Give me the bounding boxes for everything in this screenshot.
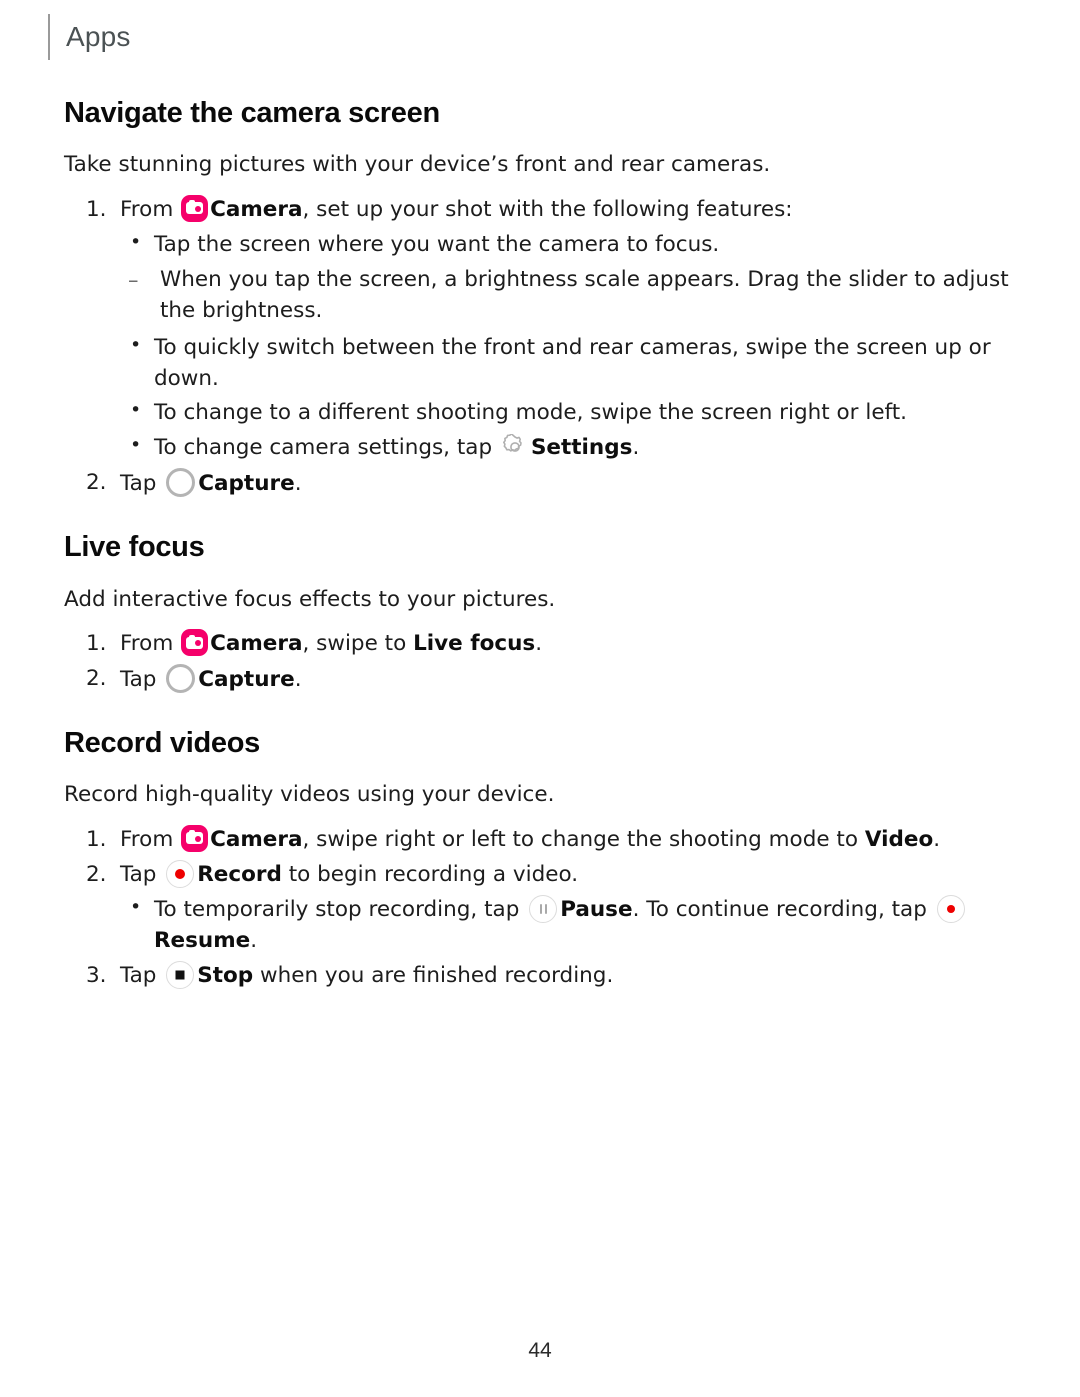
record-label: Record (197, 861, 282, 887)
bullets-navigate-group-2: To quickly switch between the front and … (120, 332, 1024, 465)
step-text-middle: , swipe to (302, 631, 414, 657)
step-text-after: . (294, 667, 302, 692)
step-text-after: , set up your shot with the following fe… (302, 196, 793, 222)
step-item: 3. Tap Stop when you are finished recordi… (64, 960, 1024, 992)
dash-sublist-brightness: When you tap the screen, a brightness sc… (120, 265, 1024, 327)
pause-icon (529, 894, 558, 923)
mode-name-video: Video (864, 826, 934, 852)
bullet-text-after: . (632, 435, 640, 461)
step-number: 1. (86, 631, 107, 657)
stop-label: Stop (197, 962, 254, 988)
app-name-camera: Camera (210, 631, 303, 657)
step-item: 2. Tap Capture. (64, 468, 1024, 500)
bullets-navigate-group-1: Tap the screen where you want the camera… (120, 229, 1024, 261)
page-content: Navigate the camera screen Take stunning… (64, 96, 1024, 995)
step-item: 1. From Camera, swipe right or left to ch… (64, 824, 1024, 856)
step-text-after: . (294, 471, 302, 497)
step-item: 1. From Camera, swipe to Live focus. (64, 629, 1024, 660)
app-name-camera: Camera (210, 826, 303, 852)
capture-label: Capture (198, 471, 295, 497)
app-name-camera: Camera (210, 196, 303, 222)
dash-item: When you tap the screen, a brightness sc… (120, 265, 1024, 327)
step-text-before-icon: From (120, 196, 181, 222)
running-header: Apps (48, 14, 131, 60)
step-text-before-icon: Tap (120, 962, 164, 988)
step-number: 3. (86, 962, 107, 988)
page-title: Navigate the camera screen (64, 97, 440, 129)
bullet-item-pause-resume: To temporarily stop recording, tap Pause… (120, 894, 1024, 957)
step-text-middle: , swipe right or left to change the shoo… (302, 826, 865, 852)
step-text-before-icon: Tap (120, 471, 164, 497)
header-divider-rule (48, 14, 50, 60)
section-intro-live-focus: Add interactive focus effects to your pi… (64, 586, 556, 612)
mode-name-live-focus: Live focus (413, 631, 536, 657)
section-title-record-videos: Record videos (64, 726, 260, 759)
bullet-text-middle: . To continue recording, tap (632, 896, 934, 922)
gear-icon (502, 434, 528, 460)
resume-icon (936, 894, 965, 923)
steps-list-navigate: 1. From Camera, set up your shot with the… (64, 194, 1024, 501)
camera-icon (181, 824, 209, 852)
step-text-after: . (933, 826, 941, 852)
section-intro-navigate: Take stunning pictures with your device’… (64, 152, 771, 178)
step-item: 2. Tap Capture. (64, 664, 1024, 696)
bullet-text-before-icon: To change camera settings, tap (154, 435, 499, 461)
pause-label: Pause (560, 896, 633, 922)
capture-icon (166, 468, 196, 498)
camera-icon (181, 194, 209, 222)
step-text-before-icon: From (120, 826, 181, 852)
bullets-record-videos: To temporarily stop recording, tap Pause… (120, 894, 1024, 957)
step-text-before-icon: From (120, 631, 181, 657)
step-number: 2. (86, 666, 107, 691)
capture-icon (166, 664, 196, 693)
stop-icon (166, 960, 195, 989)
step-item: 2. Tap Record to begin recording a video.… (64, 859, 1024, 957)
step-text-before-icon: Tap (120, 861, 164, 887)
step-number: 1. (86, 826, 107, 852)
section-title-live-focus: Live focus (64, 531, 205, 564)
resume-label: Resume (154, 927, 251, 953)
bullet-text-before-pause: To temporarily stop recording, tap (154, 896, 527, 922)
bullet-item-settings: To change camera settings, tap Settings. (120, 432, 1024, 464)
document-page: Apps Navigate the camera screen Take stu… (0, 0, 1080, 1397)
bullet-text-after: . (250, 927, 258, 953)
steps-list-live-focus: 1. From Camera, swipe to Live focus. 2. Ta… (64, 629, 1024, 696)
step-number: 1. (86, 196, 107, 222)
step-text-before-icon: Tap (120, 667, 164, 692)
capture-label: Capture (198, 667, 295, 692)
settings-label: Settings (530, 435, 633, 461)
step-text-after: . (535, 631, 543, 657)
steps-list-record-videos: 1. From Camera, swipe right or left to ch… (64, 824, 1024, 992)
page-number: 44 (528, 1339, 552, 1362)
camera-icon (181, 629, 209, 657)
bullet-item: To change to a different shooting mode, … (120, 397, 1024, 429)
record-icon (166, 859, 195, 888)
bullet-item: To quickly switch between the front and … (120, 332, 1024, 395)
section-intro-record-videos: Record high-quality videos using your de… (64, 782, 555, 808)
step-number: 2. (86, 470, 107, 496)
step-text-after: to begin recording a video. (281, 861, 579, 887)
step-item: 1. From Camera, set up your shot with the… (64, 194, 1024, 465)
bullet-item: Tap the screen where you want the camera… (120, 229, 1024, 261)
step-text-after: when you are finished recording. (253, 962, 614, 988)
step-number: 2. (86, 861, 107, 887)
header-title: Apps (66, 21, 131, 52)
